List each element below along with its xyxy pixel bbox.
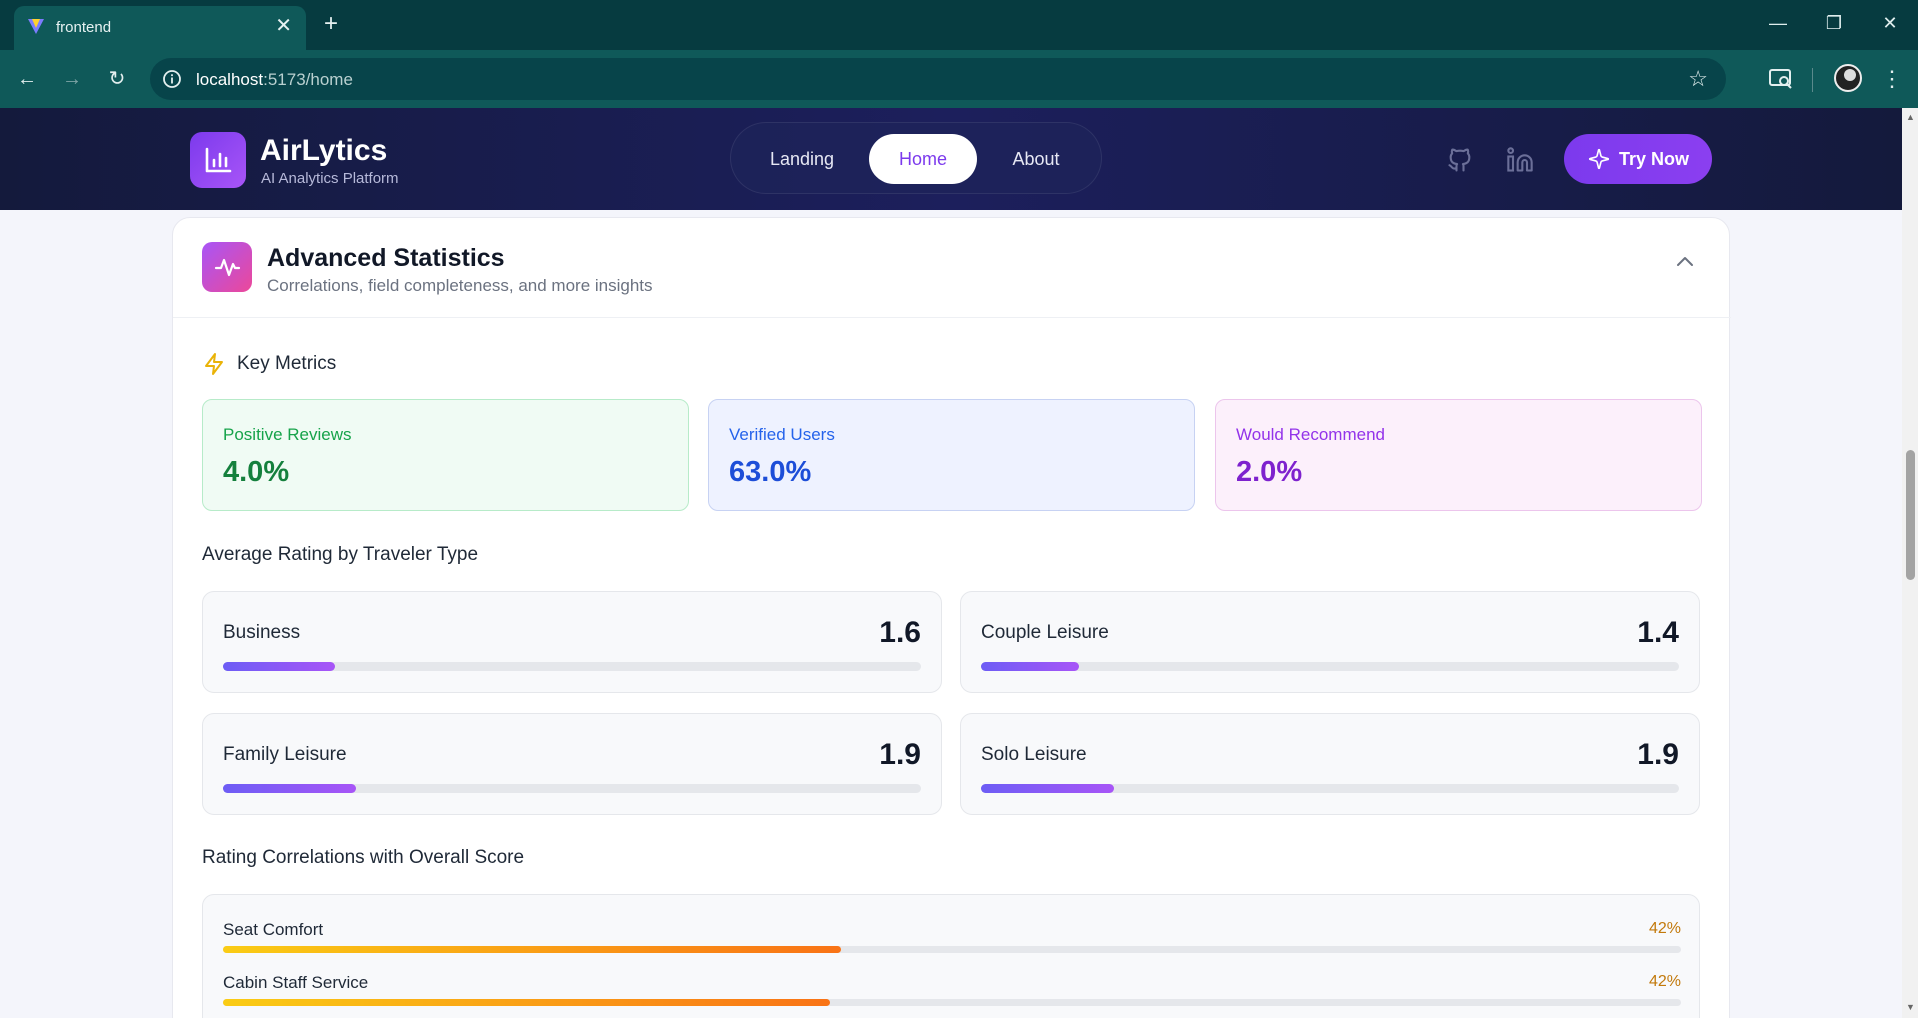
correlation-bar-fill <box>223 946 842 953</box>
correlation-name: Cabin Staff Service <box>223 973 369 992</box>
rating-bar-fill <box>981 784 1114 793</box>
brand-tagline: AI Analytics Platform <box>261 170 399 187</box>
toolbar-divider <box>1812 68 1813 92</box>
vite-favicon-icon <box>28 19 44 34</box>
card-subtitle: Correlations, field completeness, and mo… <box>267 276 653 295</box>
advanced-statistics-card: Advanced Statistics Correlations, field … <box>172 217 1731 1018</box>
logo[interactable] <box>190 132 246 188</box>
metric-label: Verified Users <box>729 425 835 444</box>
new-tab-icon[interactable]: + <box>318 8 344 40</box>
metric-card-positive-reviews: Positive Reviews 4.0% <box>202 399 689 511</box>
scroll-up-icon[interactable]: ▲ <box>1906 112 1915 122</box>
metric-value: 63.0% <box>729 456 812 488</box>
metric-card-verified-users: Verified Users 63.0% <box>708 399 1195 511</box>
card-header[interactable]: Advanced Statistics Correlations, field … <box>173 218 1731 318</box>
metric-value: 4.0% <box>223 456 290 488</box>
cast-search-icon[interactable] <box>1766 64 1796 94</box>
rating-bar-fill <box>223 662 335 671</box>
traveler-score: 1.9 <box>1637 738 1679 771</box>
bar-chart-icon <box>205 147 232 173</box>
metric-label: Positive Reviews <box>223 425 352 444</box>
bookmark-star-icon[interactable]: ☆ <box>1688 66 1708 92</box>
nav-landing[interactable]: Landing <box>743 134 861 184</box>
traveler-score: 1.9 <box>879 738 921 771</box>
traveler-name: Family Leisure <box>223 744 347 765</box>
url-host: localhost <box>196 70 264 89</box>
window-close-icon[interactable]: ✕ <box>1868 8 1912 38</box>
main-nav: Landing Home About <box>730 122 1102 194</box>
reload-icon[interactable]: ↻ <box>102 64 132 94</box>
correlation-bar-fill <box>223 999 830 1006</box>
rating-bar-track <box>981 662 1679 671</box>
url-text[interactable]: localhost:5173/home <box>196 70 353 90</box>
lightning-icon <box>205 353 223 375</box>
scroll-down-icon[interactable]: ▼ <box>1906 1002 1915 1012</box>
correlation-row-seat-comfort: Seat Comfort 42% <box>223 920 1681 960</box>
chevron-up-icon[interactable] <box>1673 250 1697 274</box>
metric-label: Would Recommend <box>1236 425 1385 444</box>
linkedin-icon[interactable] <box>1506 146 1534 174</box>
traveler-card-couple-leisure: Couple Leisure 1.4 <box>960 591 1700 693</box>
address-bar[interactable]: localhost:5173/home ☆ <box>150 58 1726 100</box>
traveler-card-family-leisure: Family Leisure 1.9 <box>202 713 942 815</box>
correlation-bar-track <box>223 999 1681 1006</box>
github-icon[interactable] <box>1446 146 1474 174</box>
window-minimize-icon[interactable]: — <box>1756 8 1800 38</box>
correlation-bar-track <box>223 946 1681 953</box>
rating-bar-track <box>223 662 921 671</box>
nav-home[interactable]: Home <box>869 134 977 184</box>
profile-avatar[interactable] <box>1834 64 1862 92</box>
rating-bar-track <box>981 784 1679 793</box>
sparkles-icon <box>1588 148 1610 170</box>
key-metrics-title: Key Metrics <box>237 353 337 374</box>
traveler-type-title: Average Rating by Traveler Type <box>202 544 479 565</box>
correlation-pct: 42% <box>1648 920 1681 937</box>
page-scrollbar[interactable]: ▲ ▼ <box>1902 108 1918 1018</box>
rating-bar-track <box>223 784 921 793</box>
card-title: Advanced Statistics <box>267 244 505 272</box>
correlation-row-cabin-staff-service: Cabin Staff Service 42% <box>223 973 1681 1013</box>
metric-card-would-recommend: Would Recommend 2.0% <box>1215 399 1702 511</box>
traveler-score: 1.4 <box>1637 616 1679 649</box>
correlations-title: Rating Correlations with Overall Score <box>202 847 525 868</box>
traveler-name: Couple Leisure <box>981 622 1109 643</box>
correlations-list: Seat Comfort 42% Cabin Staff Service 42% <box>202 894 1700 1018</box>
traveler-card-business: Business 1.6 <box>202 591 942 693</box>
traveler-name: Business <box>223 622 301 643</box>
browser-menu-icon[interactable]: ⋮ <box>1880 64 1904 94</box>
traveler-card-solo-leisure: Solo Leisure 1.9 <box>960 713 1700 815</box>
tab-close-icon[interactable]: ✕ <box>275 15 292 37</box>
nav-about[interactable]: About <box>983 134 1089 184</box>
app-header: AirLytics AI Analytics Platform Landing … <box>0 108 1902 210</box>
traveler-name: Solo Leisure <box>981 744 1087 765</box>
browser-toolbar: ← → ↻ localhost:5173/home ☆ ⋮ <box>0 50 1918 108</box>
correlation-name: Seat Comfort <box>223 920 324 939</box>
activity-icon <box>202 242 252 292</box>
browser-tab-strip: frontend ✕ + — ❐ ✕ <box>0 0 1918 50</box>
brand-name[interactable]: AirLytics <box>260 134 387 168</box>
traveler-score: 1.6 <box>879 616 921 649</box>
url-path: :5173/home <box>263 70 353 89</box>
browser-tab[interactable]: frontend ✕ <box>14 6 306 50</box>
site-info-icon[interactable] <box>162 69 182 89</box>
metric-value: 2.0% <box>1236 456 1303 488</box>
scrollbar-thumb[interactable] <box>1906 450 1915 580</box>
window-restore-icon[interactable]: ❐ <box>1812 8 1856 38</box>
rating-bar-fill <box>223 784 356 793</box>
try-now-button[interactable]: Try Now <box>1564 134 1712 184</box>
forward-icon[interactable]: → <box>57 64 87 94</box>
rating-bar-fill <box>981 662 1079 671</box>
back-icon[interactable]: ← <box>12 64 42 94</box>
correlation-pct: 42% <box>1648 973 1681 990</box>
tab-title: frontend <box>56 19 112 36</box>
try-now-label: Try Now <box>1619 149 1690 169</box>
